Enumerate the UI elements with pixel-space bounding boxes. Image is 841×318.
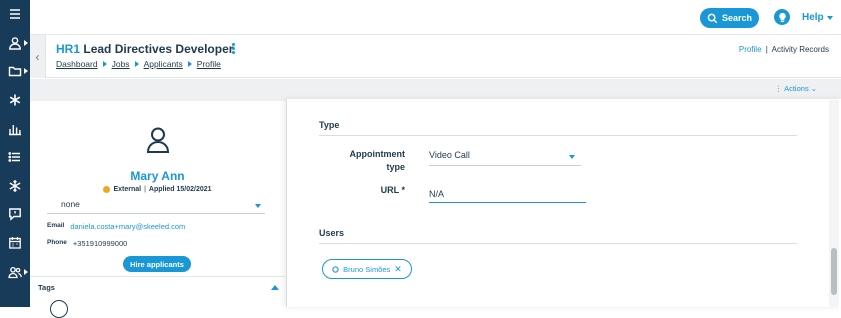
actions-menu[interactable]: ⋮ Actions ⌄ [775,84,817,93]
status-value: none [61,199,80,209]
asterisk-icon[interactable] [0,86,30,114]
appointment-type-label-line2: type [386,162,405,172]
user-chip-name: Bruno Simões [343,264,391,274]
view-links: Profile | Activity Records [739,45,829,54]
email-label: Email [47,222,65,229]
candidate-source: External [113,186,142,193]
rail-team-button[interactable] [0,258,30,286]
phone-row: Phone +351910999000 [47,239,127,248]
breadcrumb: Dashboard Jobs Applicants Profile [56,59,221,69]
job-options-kebab-icon[interactable] [232,43,236,55]
caret-down-icon [826,15,833,20]
user-icon [9,37,21,50]
breadcrumb-separator-icon [102,61,107,67]
job-code: HR1 [56,42,81,56]
candidate-card: Mary Ann External | Applied 15/02/2021 n… [30,101,315,318]
collapse-panel-button[interactable]: ‹ [30,35,46,78]
user-chip-avatar-icon [332,265,339,273]
appointment-type-label-line1: Appointment [349,149,406,159]
divider [319,135,797,136]
remove-user-close-icon[interactable]: ✕ [394,264,402,275]
actions-label: Actions [784,84,809,93]
url-label: URL * [380,185,405,195]
phone-label: Phone [47,239,67,246]
users-icon [8,266,22,279]
type-section-title: Type [319,120,340,130]
email-row: Email daniela.costa+mary@skeeled.com [47,222,185,231]
search-button[interactable]: Search [700,8,759,28]
help-menu[interactable]: Help [802,12,833,23]
rail-candidates-button[interactable] [0,29,30,57]
external-status-dot-icon [103,186,111,193]
link-separator: | [765,45,768,54]
caret-down-icon [569,155,575,159]
candidate-meta: External | Applied 15/02/2021 [30,186,285,193]
breadcrumb-jobs[interactable]: Jobs [112,59,130,69]
chevron-left-icon: ‹ [35,49,40,64]
list-icon[interactable] [0,143,30,171]
profile-link[interactable]: Profile [739,45,762,54]
avatar [146,127,170,153]
candidate-name: Mary Ann [130,169,185,183]
breadcrumb-applicants[interactable]: Applicants [144,59,183,69]
search-button-label: Search [721,13,753,23]
candidate-status-select[interactable]: none [47,199,265,214]
lightbulb-icon[interactable] [774,9,790,25]
chevron-down-icon: ⌄ [810,84,817,93]
hire-applicants-button[interactable]: Hire applicants [123,256,191,272]
caret-down-icon [255,204,261,208]
applied-date: Applied 15/02/2021 [148,186,212,193]
caret-up-icon [271,285,279,290]
breadcrumb-dashboard[interactable]: Dashboard [56,59,98,69]
job-title-text: Lead Directives Developer [83,42,234,56]
calendar-icon[interactable] [0,229,30,257]
bar-chart-icon[interactable] [0,115,30,143]
tags-label: Tags [38,283,55,292]
activity-records-link[interactable]: Activity Records [772,45,829,54]
user-chip[interactable]: Bruno Simões ✕ [322,259,412,279]
scrollbar-thumb[interactable] [831,248,837,295]
snowflake-icon[interactable] [0,172,30,200]
appointment-type-value: Video Call [429,150,470,160]
breadcrumb-profile[interactable]: Profile [197,59,221,69]
divider [319,243,797,244]
breadcrumb-separator-icon [134,61,139,67]
breadcrumb-separator-icon [187,61,192,67]
meta-separator: | [144,186,146,193]
side-navigation-rail [0,0,30,307]
rail-jobs-button[interactable] [0,57,30,85]
help-label: Help [802,12,824,23]
appointment-form-panel: Type Appointment type Video Call URL * U… [286,99,841,307]
users-section-title: Users [319,228,345,238]
hamburger-menu-icon[interactable] [0,0,30,28]
message-icon[interactable] [0,200,30,228]
appointment-type-select[interactable]: Video Call [429,150,581,166]
page-header: ‹ HR1 Lead Directives Developer Dashboar… [30,35,841,78]
search-icon [707,13,718,23]
page-title: HR1 Lead Directives Developer [56,42,233,56]
kebab-icon: ⋮ [774,84,783,93]
top-bar: Search Help [30,0,841,35]
email-link[interactable]: daniela.costa+mary@skeeled.com [70,222,185,231]
phone-value: +351910999000 [72,239,128,248]
tags-section-header[interactable]: Tags [30,276,285,296]
appointment-type-label: Appointment type [327,148,406,174]
url-input[interactable] [429,186,586,203]
folder-icon [8,66,22,77]
tag-avatar-icon [50,300,68,318]
